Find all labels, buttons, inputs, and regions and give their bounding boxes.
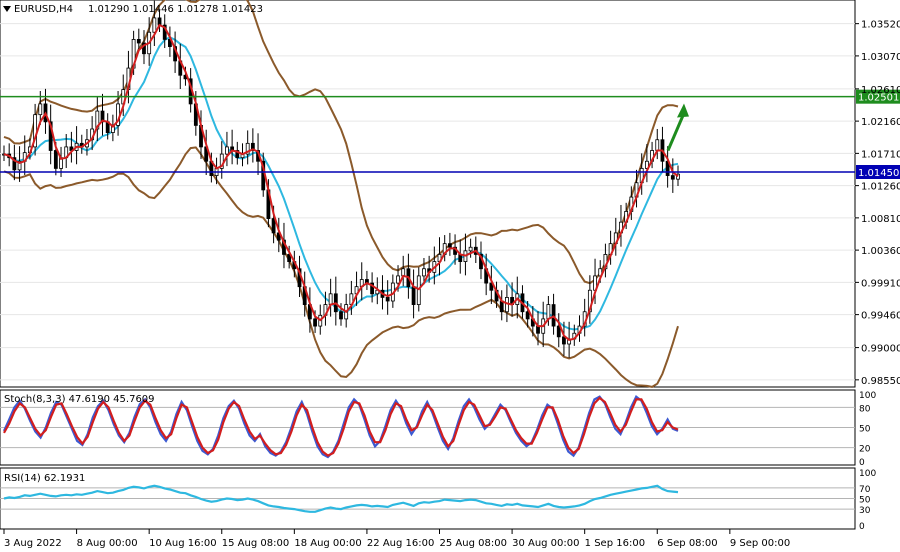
indicator-tick-label: 100 [859,469,876,479]
candle-body [339,311,343,320]
chart-canvas: 1.025011.01450 1.035201.030701.026101.02… [0,0,900,549]
rsi-title: RSI(14) 62.1931 [4,473,85,484]
time-tick-label: 10 Aug 16:00 [149,538,216,549]
candle-body [313,318,317,327]
candle-body [468,246,473,252]
indicator-tick-label: 70 [859,485,871,495]
time-tick-label: 18 Aug 00:00 [294,538,361,549]
indicator-tick-label: 30 [859,506,871,516]
candle-body [422,268,426,277]
price-tick-label: 1.03520 [861,20,900,31]
indicator-tick-label: 0 [859,522,865,532]
time-axis: 3 Aug 2022 8 Aug 00:00 10 Aug 16:00 15 Aug … [3,529,790,549]
price-tick-label: 0.98550 [861,376,900,387]
candle-body [385,297,390,302]
candle-body [225,146,229,155]
candle-body [157,17,162,26]
candle-body [536,325,540,334]
indicator-tick-label: 0 [859,458,865,468]
price-tick-label: 1.02610 [861,85,900,96]
price-tick-label: 0.99000 [861,344,900,355]
price-tick-label: 1.02160 [861,117,900,128]
main-title: EURUSD,H4 [14,4,73,15]
candle-body [152,17,157,33]
stoch-panel: 100 80 50 20 0 Stoch(8,3,3) 47.6190 45.7609 [0,389,876,468]
time-tick-label: 3 Aug 2022 [4,538,62,549]
price-tick-label: 1.00810 [861,214,900,225]
time-tick-label: 30 Aug 00:00 [512,538,579,549]
indicator-tick-label: 80 [859,404,871,414]
candle-body [525,311,530,320]
price-tick-label: 1.01710 [861,149,900,160]
time-tick-label: 6 Sep 08:00 [657,538,717,549]
time-tick-label: 8 Aug 00:00 [77,538,138,549]
price-tick-label: 0.99460 [861,311,900,322]
time-tick-label: 1 Sep 16:00 [585,538,645,549]
candle-body [499,300,504,313]
candle-body [546,304,551,320]
candle-body [136,39,141,44]
indicator-tick-label: 20 [859,445,871,455]
price-level-label: 1.01450 [858,168,899,179]
price-tick-label: 1.01260 [861,182,900,193]
price-tick-label: 1.03070 [861,52,900,63]
time-tick-label: 9 Sep 00:00 [730,538,790,549]
time-tick-label: 22 Aug 16:00 [367,538,434,549]
candle-body [670,175,675,180]
price-tick-label: 1.00360 [861,246,900,257]
main-ohlc: 1.01290 1.01446 1.01278 1.01423 [88,4,263,15]
candle-body [328,293,333,305]
candle-body [401,268,406,277]
rsi-panel: 100 705030 0 RSI(14) 62.1931 [0,467,876,532]
candle-body [562,336,566,345]
indicator-tick-label: 50 [859,425,871,435]
main-panel: 1.025011.01450 1.035201.030701.026101.02… [0,0,900,388]
candle-body [396,275,400,284]
stoch-title: Stoch(8,3,3) 47.6190 45.7609 [4,394,155,405]
candle-body [411,286,416,305]
candle-body [271,218,276,234]
time-tick-label: 15 Aug 08:00 [222,538,289,549]
indicator-tick-label: 50 [859,496,871,506]
candle-body [38,103,43,116]
candle-body [551,304,556,327]
indicator-tick-label: 100 [859,391,876,401]
time-tick-label: 25 Aug 08:00 [440,538,507,549]
candle-body [655,139,660,151]
price-tick-label: 0.99910 [861,278,900,289]
candle-body [53,150,58,169]
candle-body [447,243,452,248]
candle-body [416,275,421,305]
